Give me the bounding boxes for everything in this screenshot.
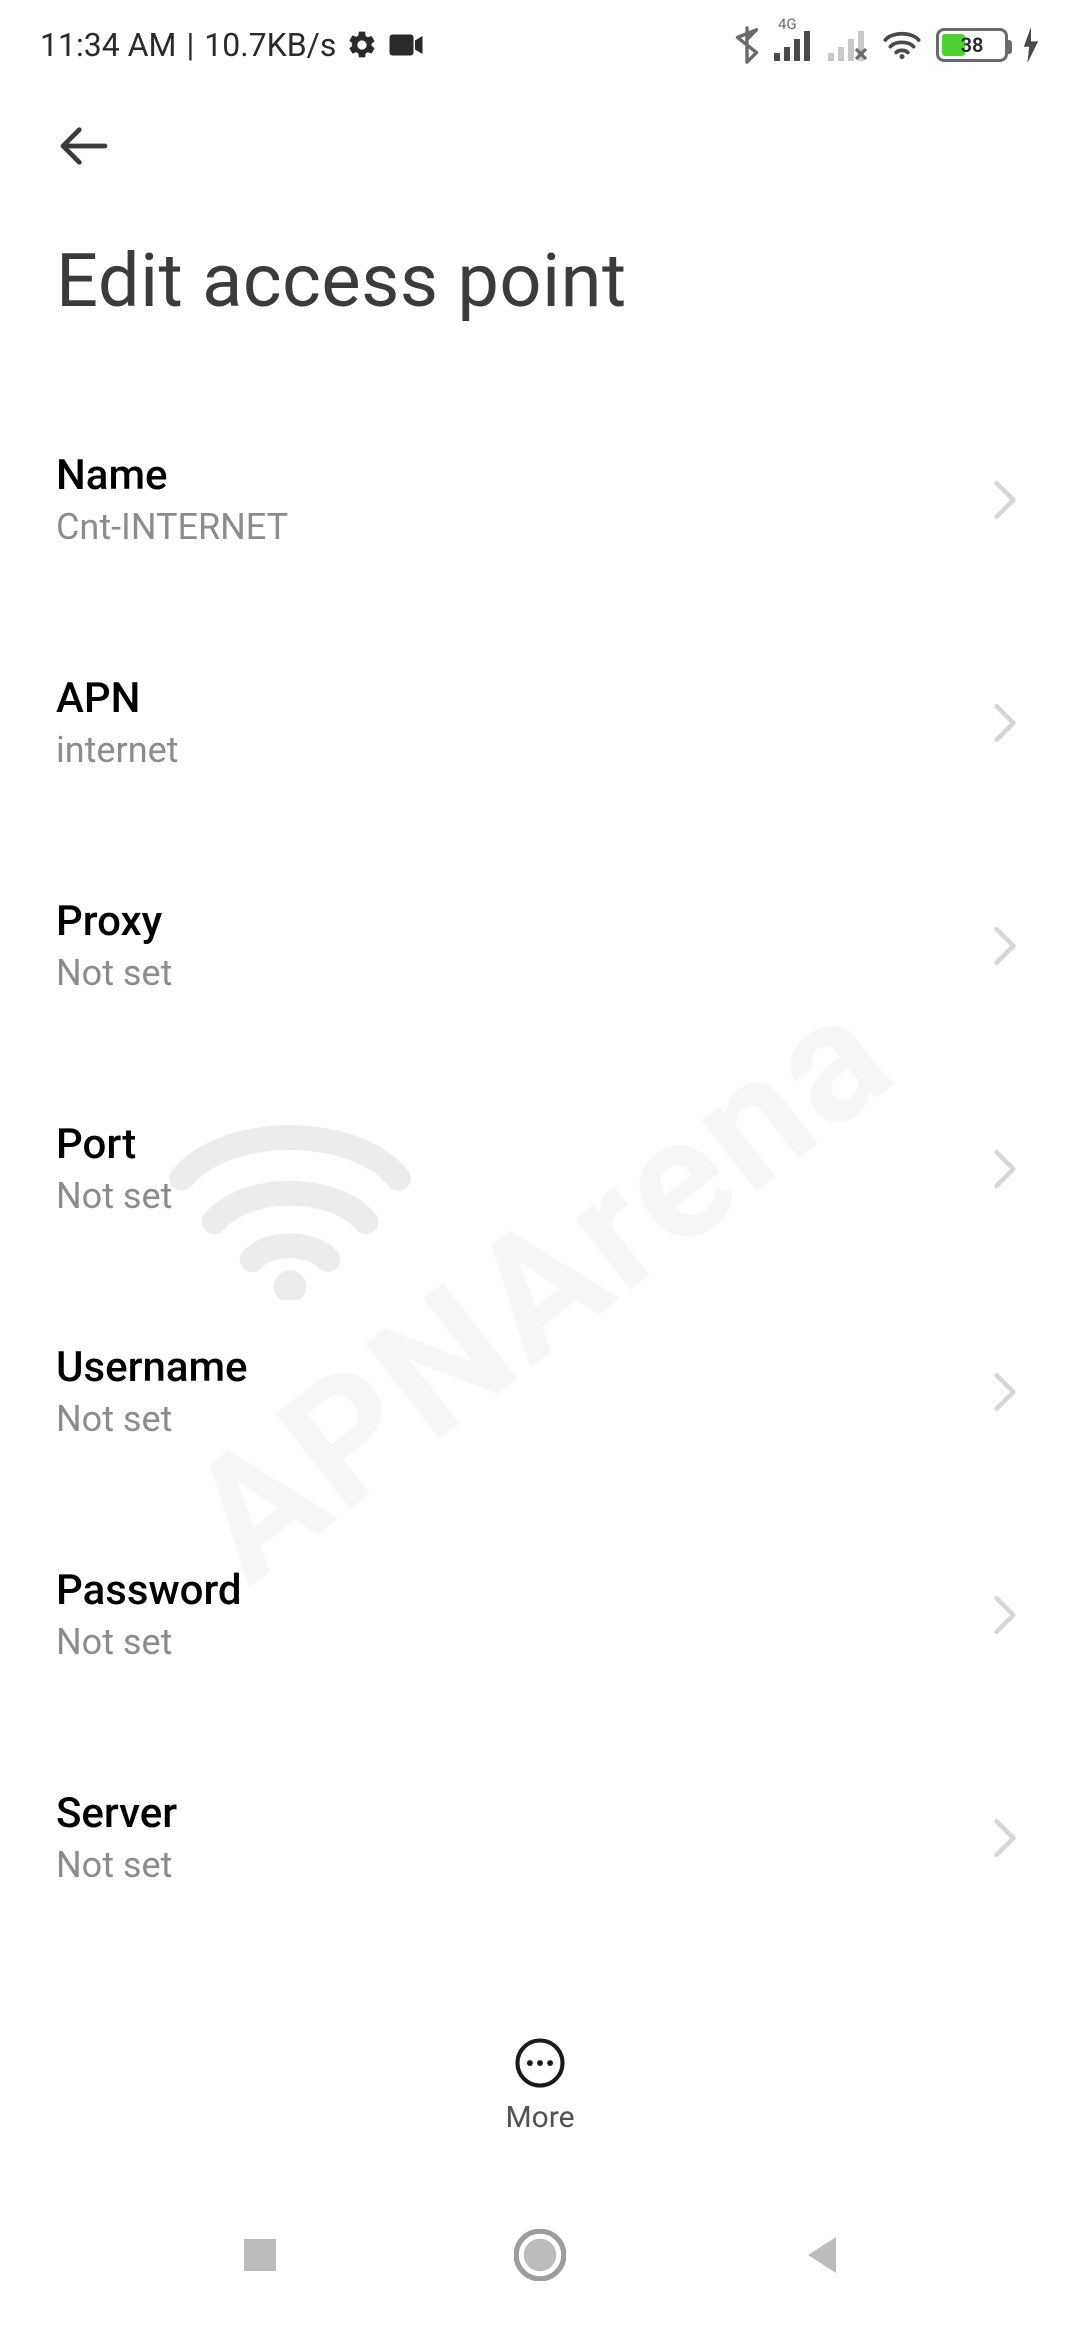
circle-icon [514, 2229, 566, 2281]
more-button[interactable]: More [505, 2036, 574, 2135]
signal-off-icon [828, 29, 868, 61]
chevron-right-icon [992, 1148, 1018, 1190]
row-sub: Not set [56, 1844, 177, 1886]
camera-icon [388, 32, 424, 58]
row-apn[interactable]: APN internet [0, 638, 1080, 807]
charging-icon [1022, 27, 1040, 63]
status-bar: 11:34 AM | 10.7KB/s 4G [0, 0, 1080, 70]
row-password[interactable]: Password Not set [0, 1530, 1080, 1699]
row-mmsc[interactable]: MMSC Not set [0, 1976, 1080, 2000]
triangle-left-icon [800, 2233, 840, 2277]
chevron-right-icon [992, 1817, 1018, 1859]
row-username[interactable]: Username Not set [0, 1307, 1080, 1476]
status-separator: | [186, 26, 194, 64]
row-name[interactable]: Name Cnt-INTERNET [0, 415, 1080, 584]
more-label: More [505, 2100, 574, 2135]
settings-icon [346, 29, 378, 61]
row-title: APN [56, 674, 178, 723]
action-bar: More [0, 2000, 1080, 2170]
nav-home-button[interactable] [500, 2215, 580, 2295]
chevron-right-icon [992, 1371, 1018, 1413]
status-time: 11:34 AM [40, 26, 176, 64]
row-title: Proxy [56, 897, 172, 946]
row-sub: Not set [56, 1175, 172, 1217]
chevron-right-icon [992, 702, 1018, 744]
chevron-right-icon [992, 925, 1018, 967]
arrow-left-icon [56, 118, 112, 174]
row-sub: Not set [56, 1621, 242, 1663]
page-title: Edit access point [56, 238, 1024, 325]
signal-4g-icon: 4G [774, 29, 814, 61]
bluetooth-icon [734, 26, 760, 64]
settings-list: Name Cnt-INTERNET APN internet Proxy Not… [0, 415, 1080, 2000]
row-sub: internet [56, 729, 178, 771]
row-sub: Not set [56, 1398, 248, 1440]
more-icon [513, 2036, 567, 2090]
wifi-icon [882, 29, 922, 61]
row-title: Name [56, 451, 288, 500]
row-sub: Cnt-INTERNET [56, 506, 288, 548]
row-proxy[interactable]: Proxy Not set [0, 861, 1080, 1030]
nav-bar [0, 2170, 1080, 2340]
chevron-right-icon [992, 1594, 1018, 1636]
nav-back-button[interactable] [780, 2215, 860, 2295]
row-title: Port [56, 1120, 172, 1169]
back-button[interactable] [48, 110, 120, 182]
row-title: Password [56, 1566, 242, 1615]
status-speed: 10.7KB/s [204, 26, 336, 64]
row-port[interactable]: Port Not set [0, 1084, 1080, 1253]
row-title: Server [56, 1789, 177, 1838]
chevron-right-icon [992, 479, 1018, 521]
square-icon [240, 2235, 280, 2275]
battery-icon: 38 [936, 28, 1008, 62]
row-server[interactable]: Server Not set [0, 1753, 1080, 1922]
row-sub: Not set [56, 952, 172, 994]
row-title: Username [56, 1343, 248, 1392]
nav-recents-button[interactable] [220, 2215, 300, 2295]
